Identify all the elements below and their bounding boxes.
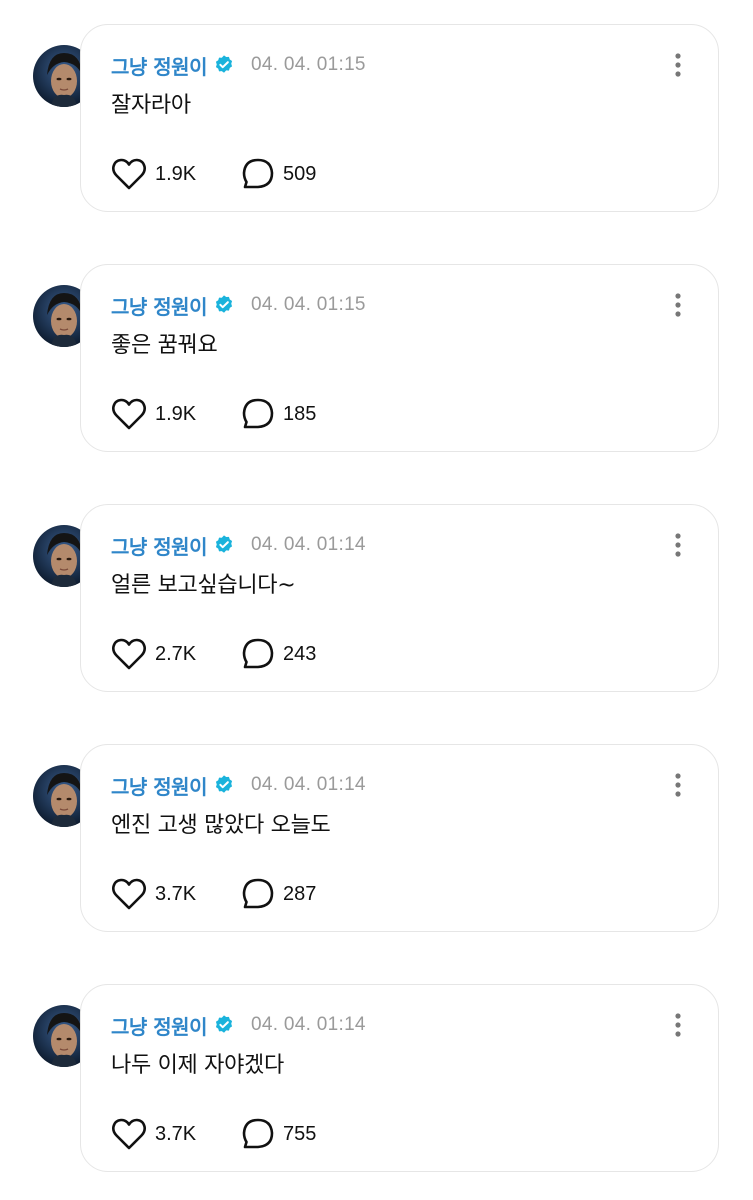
post-text: 얼른 보고싶습니다~ bbox=[111, 573, 296, 598]
author-name[interactable]: 그냥 정원이 bbox=[111, 771, 207, 800]
heart-icon bbox=[112, 1118, 146, 1150]
verified-badge-icon bbox=[213, 774, 235, 796]
post-header: 그냥 정원이 04. 04. 01:14 bbox=[111, 1010, 366, 1040]
post-card[interactable]: 그냥 정원이 04. 04. 01:15 좋은 꿈꿔요 1.9K 185 bbox=[80, 264, 719, 452]
verified-badge-icon bbox=[213, 54, 235, 76]
post-timestamp: 04. 04. 01:15 bbox=[250, 54, 366, 75]
post-card[interactable]: 그냥 정원이 04. 04. 01:15 잘자라아 1.9K 509 bbox=[80, 24, 719, 212]
post-card[interactable]: 그냥 정원이 04. 04. 01:14 나두 이제 자야겠다 3.7K 755 bbox=[80, 984, 719, 1172]
more-vertical-icon[interactable] bbox=[668, 50, 688, 80]
more-vertical-icon[interactable] bbox=[668, 770, 688, 800]
comment-button[interactable]: 287 bbox=[241, 877, 316, 911]
post-item: 그냥 정원이 04. 04. 01:14 얼른 보고싶습니다~ 2.7K 243 bbox=[0, 504, 753, 696]
like-count: 3.7K bbox=[155, 882, 197, 905]
comment-count: 243 bbox=[283, 642, 317, 665]
verified-badge-icon bbox=[213, 534, 235, 556]
more-vertical-icon[interactable] bbox=[668, 530, 688, 560]
post-header: 그냥 정원이 04. 04. 01:14 bbox=[111, 770, 366, 800]
comment-button[interactable]: 509 bbox=[241, 157, 316, 191]
post-timestamp: 04. 04. 01:15 bbox=[250, 294, 366, 315]
heart-icon bbox=[112, 878, 146, 910]
post-header: 그냥 정원이 04. 04. 01:15 bbox=[111, 50, 366, 80]
verified-badge-icon bbox=[213, 1014, 235, 1036]
like-button[interactable]: 1.9K bbox=[111, 157, 241, 191]
post-timestamp: 04. 04. 01:14 bbox=[250, 1014, 366, 1035]
heart-icon bbox=[112, 158, 146, 190]
comment-bubble-icon bbox=[242, 398, 274, 429]
comment-button[interactable]: 755 bbox=[241, 1117, 316, 1151]
post-actions: 2.7K 243 bbox=[111, 637, 316, 671]
comment-count: 287 bbox=[283, 882, 317, 905]
comment-count: 755 bbox=[283, 1122, 317, 1145]
like-button[interactable]: 1.9K bbox=[111, 397, 241, 431]
like-button[interactable]: 3.7K bbox=[111, 1117, 241, 1151]
author-name[interactable]: 그냥 정원이 bbox=[111, 1011, 207, 1040]
like-button[interactable]: 2.7K bbox=[111, 637, 241, 671]
author-name[interactable]: 그냥 정원이 bbox=[111, 51, 207, 80]
author-name[interactable]: 그냥 정원이 bbox=[111, 291, 207, 320]
post-text: 좋은 꿈꿔요 bbox=[111, 333, 218, 358]
comment-bubble-icon bbox=[242, 878, 274, 909]
like-count: 1.9K bbox=[155, 402, 197, 425]
comment-button[interactable]: 243 bbox=[241, 637, 316, 671]
post-header: 그냥 정원이 04. 04. 01:14 bbox=[111, 530, 366, 560]
heart-icon bbox=[112, 638, 146, 670]
like-button[interactable]: 3.7K bbox=[111, 877, 241, 911]
comment-count: 509 bbox=[283, 162, 317, 185]
author-name[interactable]: 그냥 정원이 bbox=[111, 531, 207, 560]
heart-icon bbox=[112, 398, 146, 430]
post-text: 나두 이제 자야겠다 bbox=[111, 1053, 284, 1078]
post-text: 잘자라아 bbox=[111, 93, 191, 118]
more-vertical-icon[interactable] bbox=[668, 290, 688, 320]
post-item: 그냥 정원이 04. 04. 01:14 나두 이제 자야겠다 3.7K 755 bbox=[0, 984, 753, 1176]
post-timestamp: 04. 04. 01:14 bbox=[250, 534, 366, 555]
comment-bubble-icon bbox=[242, 638, 274, 669]
post-card[interactable]: 그냥 정원이 04. 04. 01:14 얼른 보고싶습니다~ 2.7K 243 bbox=[80, 504, 719, 692]
post-actions: 3.7K 287 bbox=[111, 877, 316, 911]
post-header: 그냥 정원이 04. 04. 01:15 bbox=[111, 290, 366, 320]
comment-count: 185 bbox=[283, 402, 317, 425]
post-actions: 1.9K 509 bbox=[111, 157, 316, 191]
like-count: 1.9K bbox=[155, 162, 197, 185]
more-vertical-icon[interactable] bbox=[668, 1010, 688, 1040]
post-item: 그냥 정원이 04. 04. 01:15 좋은 꿈꿔요 1.9K 185 bbox=[0, 264, 753, 456]
like-count: 2.7K bbox=[155, 642, 197, 665]
comment-button[interactable]: 185 bbox=[241, 397, 316, 431]
post-timestamp: 04. 04. 01:14 bbox=[250, 774, 366, 795]
post-card[interactable]: 그냥 정원이 04. 04. 01:14 엔진 고생 많았다 오늘도 3.7K … bbox=[80, 744, 719, 932]
comment-bubble-icon bbox=[242, 1118, 274, 1149]
post-text: 엔진 고생 많았다 오늘도 bbox=[111, 813, 331, 838]
like-count: 3.7K bbox=[155, 1122, 197, 1145]
post-item: 그냥 정원이 04. 04. 01:14 엔진 고생 많았다 오늘도 3.7K … bbox=[0, 744, 753, 936]
post-actions: 1.9K 185 bbox=[111, 397, 316, 431]
post-item: 그냥 정원이 04. 04. 01:15 잘자라아 1.9K 509 bbox=[0, 24, 753, 216]
verified-badge-icon bbox=[213, 294, 235, 316]
post-actions: 3.7K 755 bbox=[111, 1117, 316, 1151]
comment-bubble-icon bbox=[242, 158, 274, 189]
